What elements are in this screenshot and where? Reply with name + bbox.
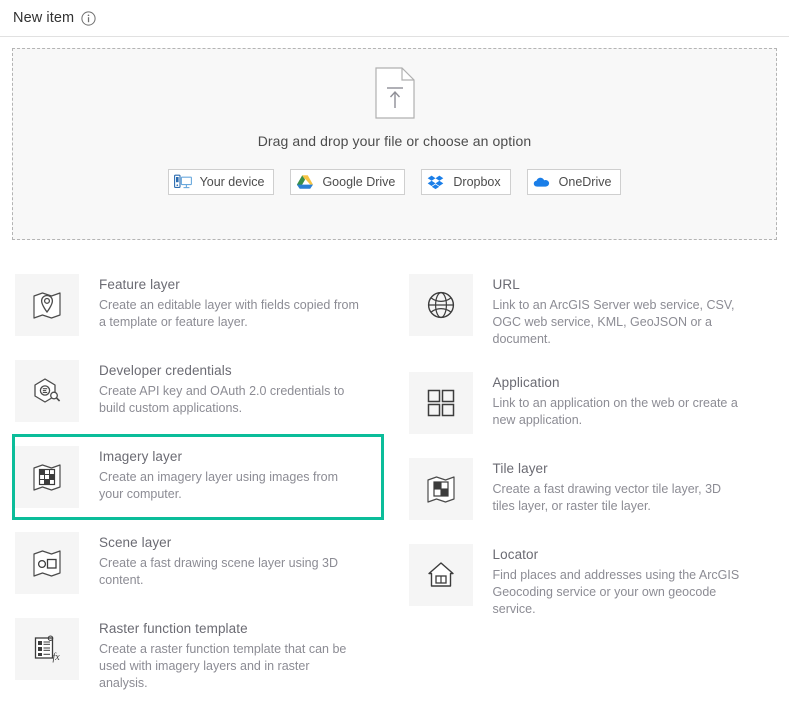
- item-card-developer-credentials[interactable]: Developer credentials Create API key and…: [12, 348, 384, 434]
- item-description: Link to an ArcGIS Server web service, CS…: [492, 298, 735, 346]
- feature-layer-icon: [15, 274, 79, 336]
- device-computer-icon: [173, 173, 192, 191]
- imagery-layer-icon: [15, 446, 79, 508]
- item-description: Create an editable layer with fields cop…: [99, 298, 359, 329]
- page-title: New item: [13, 10, 75, 26]
- new-item-options-grid: Feature layer Create an editable layer w…: [0, 262, 789, 704]
- item-description: Create API key and OAuth 2.0 credentials…: [99, 384, 345, 415]
- locator-house-icon: [408, 544, 473, 606]
- dropzone-prompt: Drag and drop your file or choose an opt…: [257, 133, 532, 149]
- item-title: Developer credentials: [99, 363, 232, 378]
- google-drive-icon: [296, 173, 314, 191]
- file-dropzone[interactable]: Drag and drop your file or choose an opt…: [12, 48, 777, 240]
- file-upload-icon: [374, 67, 416, 119]
- item-text: Locator Find places and addresses using …: [493, 544, 745, 618]
- item-card-url[interactable]: URL Link to an ArcGIS Server web service…: [406, 262, 778, 360]
- dropbox-button[interactable]: Dropbox: [421, 169, 511, 195]
- item-card-tile-layer[interactable]: Tile layer Create a fast drawing vector …: [406, 446, 778, 532]
- item-title: Tile layer: [492, 461, 548, 476]
- globe-icon: [408, 274, 473, 336]
- item-card-scene-layer[interactable]: Scene layer Create a fast drawing scene …: [12, 520, 384, 606]
- options-column-right: URL Link to an ArcGIS Server web service…: [406, 262, 778, 704]
- item-description: Create a fast drawing scene layer using …: [99, 556, 339, 587]
- item-description: Link to an application on the web or cre…: [492, 396, 738, 427]
- item-title: Imagery layer: [99, 449, 183, 464]
- item-title: Scene layer: [99, 535, 172, 550]
- svg-text:fx: fx: [53, 652, 61, 663]
- item-text: Developer credentials Create API key and…: [99, 360, 359, 417]
- google-drive-label: Google Drive: [322, 175, 396, 189]
- onedrive-cloud-icon: [533, 173, 551, 191]
- item-description: Create an imagery layer using images fro…: [99, 470, 338, 501]
- dialog-header: New item: [0, 0, 789, 37]
- scene-layer-icon: [15, 532, 79, 594]
- onedrive-button[interactable]: OneDrive: [526, 169, 622, 195]
- item-description: Create a raster function template that c…: [99, 642, 347, 690]
- item-text: URL Link to an ArcGIS Server web service…: [493, 274, 745, 348]
- item-text: Scene layer Create a fast drawing scene …: [99, 532, 359, 589]
- google-drive-button[interactable]: Google Drive: [290, 169, 406, 195]
- item-card-locator[interactable]: Locator Find places and addresses using …: [406, 532, 778, 630]
- item-text: Feature layer Create an editable layer w…: [99, 274, 359, 331]
- options-column-left: Feature layer Create an editable layer w…: [12, 262, 384, 704]
- item-card-raster-function-template[interactable]: fx Raster function template Create a ras…: [12, 606, 384, 704]
- item-description: Find places and addresses using the ArcG…: [492, 568, 740, 616]
- item-description: Create a fast drawing vector tile layer,…: [492, 482, 722, 513]
- item-text: Raster function template Create a raster…: [99, 618, 359, 692]
- item-card-feature-layer[interactable]: Feature layer Create an editable layer w…: [12, 262, 384, 348]
- dropbox-label: Dropbox: [453, 175, 501, 189]
- item-title: Raster function template: [99, 621, 248, 636]
- info-circle-icon[interactable]: [81, 10, 96, 26]
- item-title: Locator: [492, 547, 539, 562]
- your-device-button[interactable]: Your device: [167, 169, 275, 195]
- tile-layer-icon: [408, 458, 473, 520]
- source-button-group: Your device Google Drive Dropbox OneDriv…: [167, 169, 622, 195]
- item-card-application[interactable]: Application Link to an application on th…: [406, 360, 778, 446]
- item-text: Application Link to an application on th…: [493, 372, 745, 429]
- item-title: Application: [492, 375, 560, 390]
- item-title: Feature layer: [99, 277, 180, 292]
- item-title: URL: [492, 277, 520, 292]
- dropzone-wrapper: Drag and drop your file or choose an opt…: [0, 37, 789, 240]
- developer-credentials-icon: [15, 360, 79, 422]
- your-device-label: Your device: [199, 175, 265, 189]
- onedrive-label: OneDrive: [558, 175, 612, 189]
- item-card-imagery-layer[interactable]: Imagery layer Create an imagery layer us…: [12, 434, 384, 520]
- application-grid-icon: [408, 372, 473, 434]
- item-text: Tile layer Create a fast drawing vector …: [493, 458, 745, 515]
- raster-function-template-icon: fx: [15, 618, 79, 680]
- item-text: Imagery layer Create an imagery layer us…: [99, 446, 359, 503]
- dropbox-icon: [427, 173, 445, 191]
